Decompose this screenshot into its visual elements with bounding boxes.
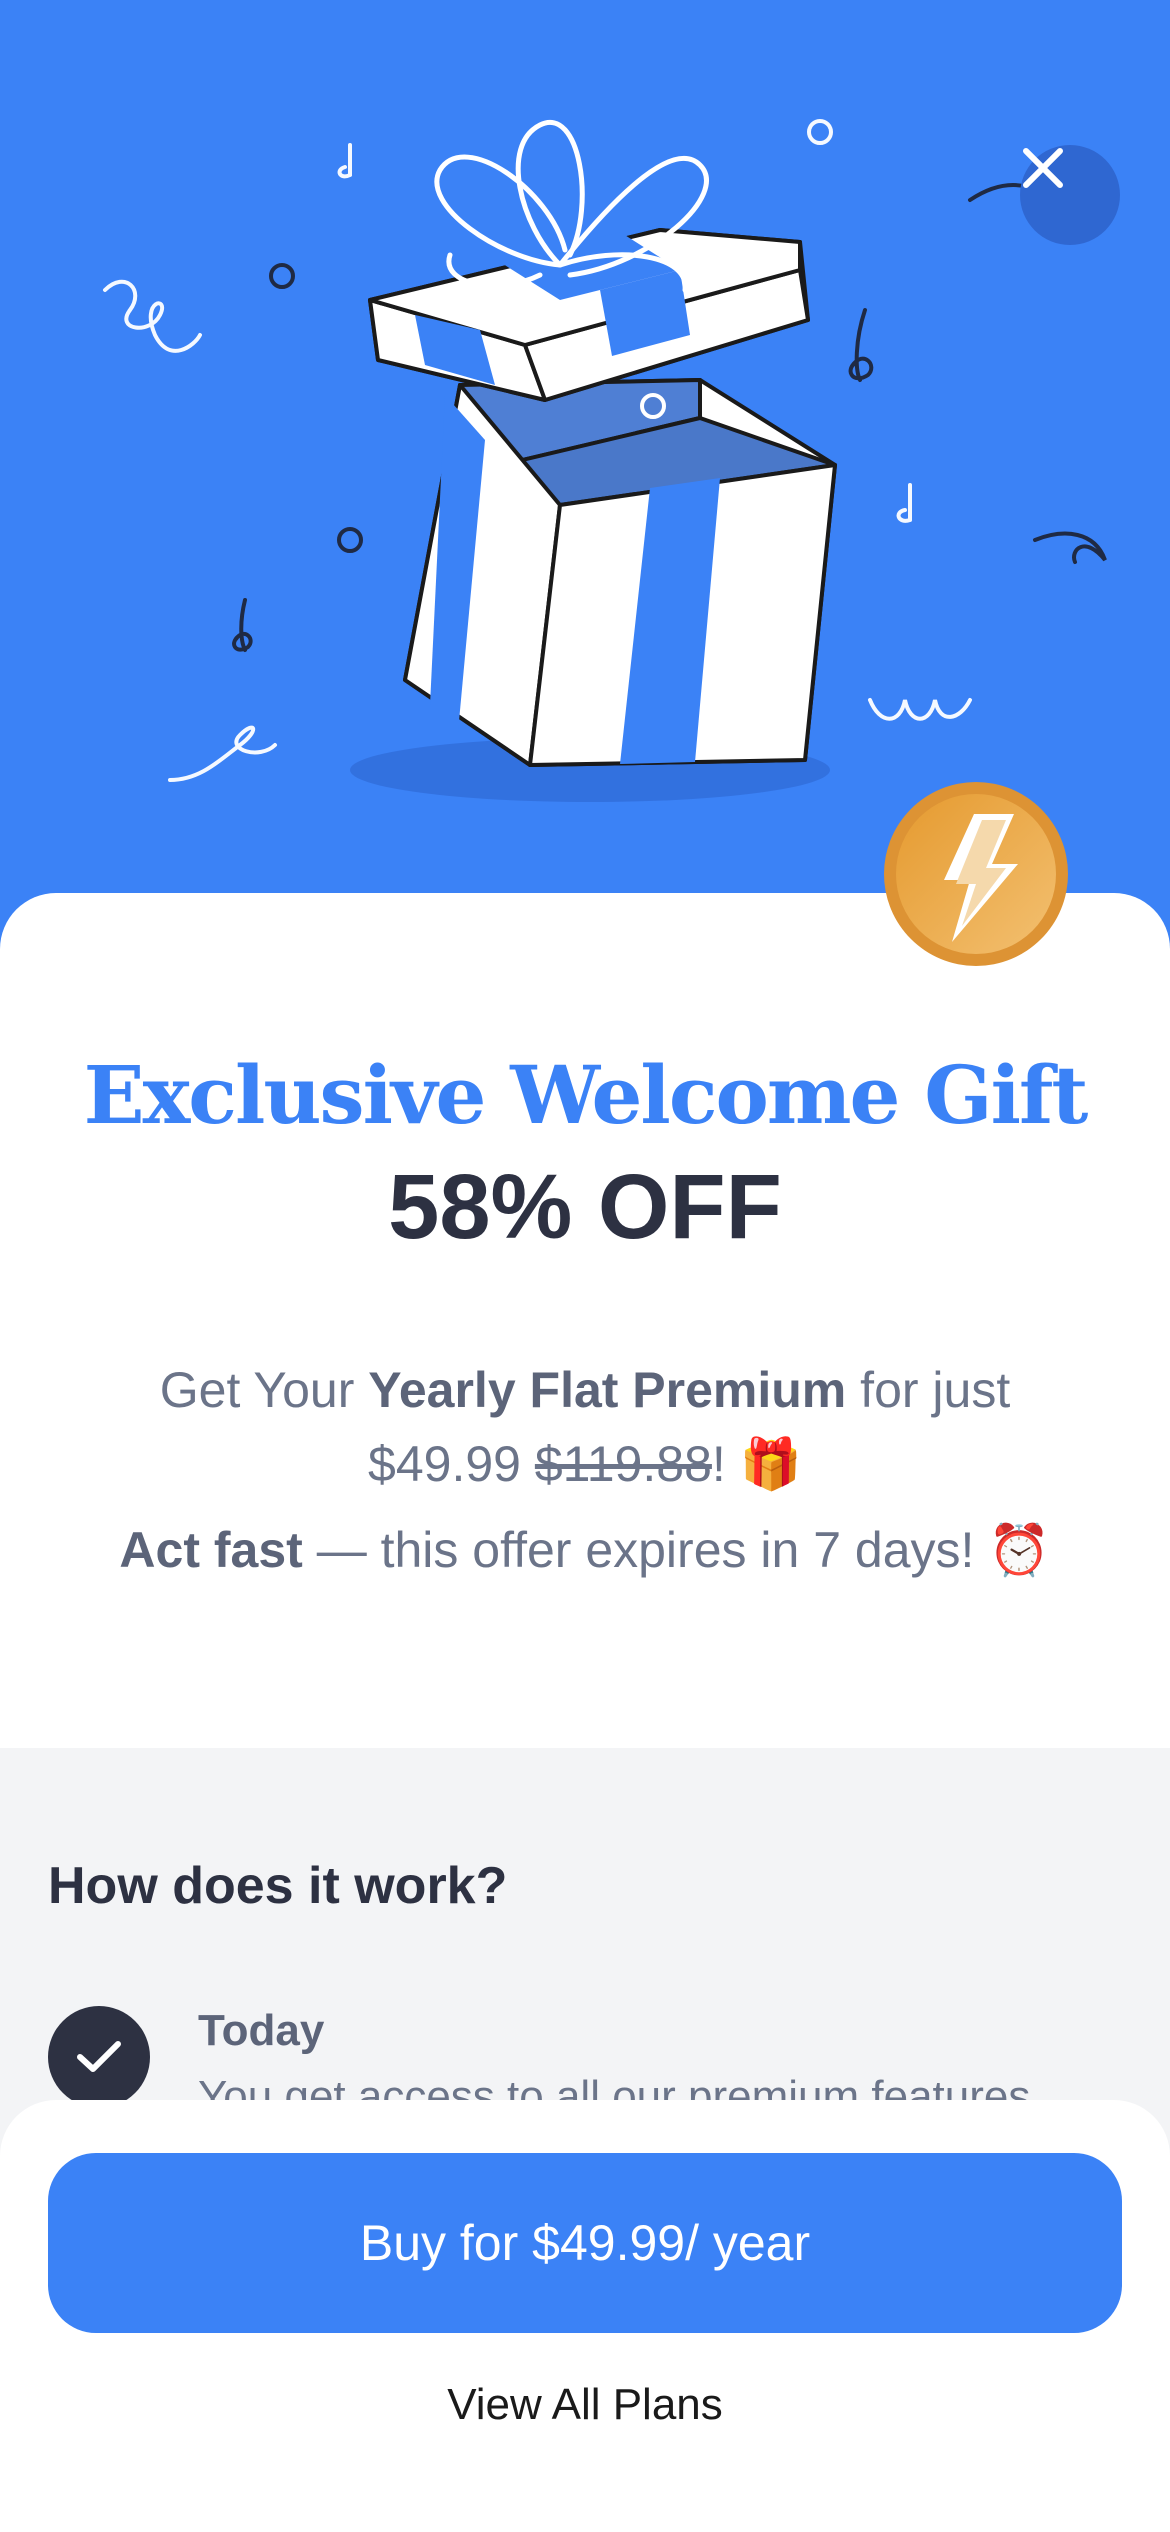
offer-text: for just [846,1362,1011,1418]
offer-text: Get Your [159,1362,369,1418]
lightning-bolt-icon [884,782,1068,966]
buy-button[interactable]: Buy for $49.99/ year [48,2153,1122,2333]
close-icon [1023,148,1063,188]
discount-label: 58% OFF [388,1156,782,1258]
premium-badge [882,780,1070,968]
price-emoji: ! 🎁 [711,1436,802,1492]
old-price: $119.88 [534,1436,712,1492]
plan-name: Yearly Flat Premium [368,1362,847,1418]
close-button[interactable] [1020,145,1120,245]
section-title: How does it work? [48,1857,508,1915]
new-price: $49.99 [368,1436,521,1492]
step-check-badge [48,2006,150,2108]
step-title: Today [198,2006,325,2055]
checkmark-icon [77,2041,121,2072]
offer-section: Exclusive Welcome Gift 58% OFF Get Your … [0,893,1170,1748]
offer-description: Get Your Yearly Flat Premium for just $4… [80,1353,1090,1501]
offer-urgency: Act fast — this offer expires in 7 days!… [80,1513,1090,1587]
offer-title: Exclusive Welcome Gift [83,1048,1089,1142]
urgency-text: — this offer expires in 7 days! ⏰ [302,1522,1051,1578]
purchase-footer: Buy for $49.99/ year View All Plans [0,2100,1170,2532]
urgency-bold: Act fast [119,1522,303,1578]
view-all-plans-link[interactable]: View All Plans [0,2380,1170,2430]
